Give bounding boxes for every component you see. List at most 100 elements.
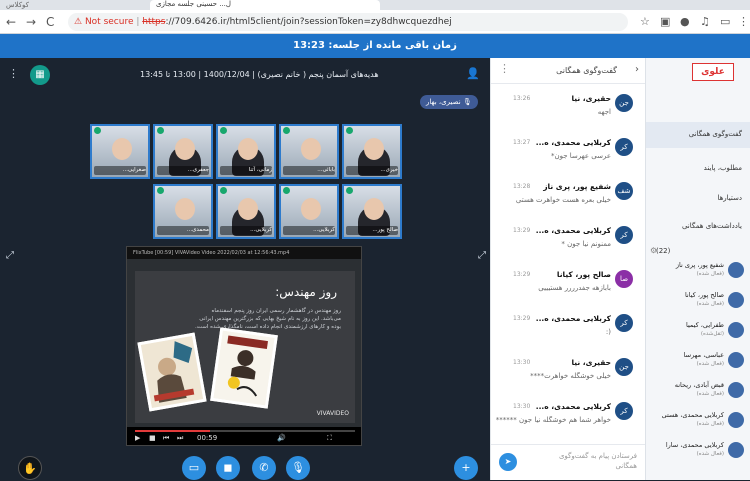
camera-button[interactable]: ◼: [216, 456, 240, 480]
message-time: 13:28: [513, 183, 531, 190]
avatar: کر: [615, 226, 633, 244]
back-button[interactable]: ←: [6, 15, 16, 29]
participant-item[interactable]: شفیع پور، پری ناز (فعال شده): [646, 260, 744, 286]
message-time: 13:29: [513, 227, 531, 234]
chat-title: گفت‌وگوی همگانی: [556, 66, 617, 75]
video-tile[interactable]: جعفری...: [153, 124, 213, 179]
message-author: صالح پور، کیانا: [556, 270, 611, 279]
address-bar-row: ← → C ⚠ Not secure | https://709.6426.ir…: [0, 10, 750, 34]
more-dots-icon[interactable]: ⋮: [499, 62, 510, 75]
seek-bar[interactable]: [135, 430, 355, 432]
participant-item[interactable]: کربلایی محمدی، سارا (فعال شده): [646, 440, 744, 466]
send-button[interactable]: ➤: [499, 453, 517, 471]
back-chevron-icon[interactable]: ›: [635, 64, 639, 75]
mic-status-icon: [346, 127, 353, 134]
message-text: خیلی بعره هست خواهرت هستی: [515, 196, 611, 204]
cast-icon[interactable]: ▭: [720, 15, 730, 28]
user-list-icon[interactable]: 👤: [466, 67, 480, 80]
menu-private-chat[interactable]: مطلوب، پایند: [704, 164, 742, 172]
avatar: صا: [615, 270, 633, 288]
extension-icon[interactable]: ▣: [660, 15, 670, 28]
video-tile[interactable]: خیری...: [342, 124, 402, 179]
current-time: 00:59: [197, 434, 218, 442]
mic-status-icon: [220, 187, 227, 194]
bottom-controls: ✋ ▭ ◼ ✆ 🎙 +: [0, 448, 490, 480]
phone-button[interactable]: ✆: [252, 456, 276, 480]
slide-body: روز مهندس در گاهشمار رسمی ایران روز پنجم…: [195, 308, 341, 330]
menu-public-chat[interactable]: گفت‌وگوی همگانی: [689, 130, 742, 138]
message-author: کربلایی محمدی، ه...: [535, 226, 611, 235]
video-tile[interactable]: زمانی، آتنا: [216, 124, 276, 179]
avatar: شف: [615, 182, 633, 200]
actions-plus-button[interactable]: +: [454, 456, 478, 480]
avatar: کر: [615, 314, 633, 332]
menu-shared-notes[interactable]: یادداشت‌های همگانی: [682, 222, 742, 230]
expand-icon[interactable]: ⤢: [478, 250, 486, 261]
active-tab[interactable]: ل... حسینی جلسه مجازی: [150, 0, 380, 10]
raise-hand-button[interactable]: ✋: [18, 456, 42, 480]
message-time: 13:30: [513, 403, 531, 410]
menu-assistants[interactable]: دستیارها: [717, 194, 742, 202]
tile-name: محمدی...: [157, 226, 209, 235]
participant-face: [112, 138, 132, 160]
participant-item[interactable]: طفرایی، کیمیا (ثقل‌شده): [646, 320, 744, 346]
participant-face: [238, 138, 258, 160]
menu-dots-icon[interactable]: ⋮: [738, 15, 749, 28]
stop-icon[interactable]: ■: [149, 434, 156, 442]
message-author: کربلایی محمدی، ه...: [535, 314, 611, 323]
participant-item[interactable]: قبض آبادی، ریحانه (فعال شده): [646, 380, 744, 406]
avatar: جن: [615, 94, 633, 112]
chat-message: کر کربلایی محمدی، ه... 13:29 ممنونم نیا …: [491, 224, 639, 264]
fullscreen-icon[interactable]: ⛶: [327, 434, 332, 443]
participant-name: عباسی، مهرسا: [683, 351, 724, 359]
microphone-button[interactable]: 🎙: [286, 456, 310, 480]
mic-status-icon: [157, 127, 164, 134]
media-icon[interactable]: ♫: [700, 15, 710, 28]
video-tile[interactable]: محمدی...: [153, 184, 213, 239]
player-title-bar: FlixTube [00:59] VIVAVideo Video 2022/02…: [127, 247, 361, 259]
expand-icon[interactable]: ⤢: [6, 250, 14, 261]
forward-button[interactable]: →: [26, 15, 36, 29]
options-dots-icon[interactable]: ⋮: [8, 67, 19, 80]
settings-gear-icon[interactable]: ⚙: [650, 246, 657, 255]
video-tile[interactable]: صالح پور...: [342, 184, 402, 239]
chat-header: ⋮ گفت‌وگوی همگانی ›: [491, 58, 645, 84]
inactive-tab[interactable]: کوکلاس: [6, 1, 29, 9]
brand-logo: علوی: [692, 63, 734, 81]
avatar: [728, 412, 744, 428]
stats-icon[interactable]: ▦: [30, 65, 50, 85]
chat-input-area[interactable]: ➤ فرستادن پیام به گفت‌وگوی همگانی: [491, 444, 645, 480]
video-tile[interactable]: کربلایی...: [279, 184, 339, 239]
message-text: (:: [605, 328, 611, 336]
profile-icon[interactable]: ●: [680, 15, 690, 28]
screen-icon: ▭: [188, 461, 200, 474]
url-input[interactable]: ⚠ Not secure | https://709.6426.ir/html5…: [68, 13, 628, 31]
star-icon[interactable]: ☆: [640, 15, 650, 28]
message-author: حقیری، نیا: [571, 94, 611, 103]
volume-icon[interactable]: 🔊: [277, 434, 286, 442]
meeting-title: هدیه‌های آسمان پنجم ( خانم نصیری) | 1400…: [140, 70, 379, 79]
next-icon[interactable]: ⏭: [177, 434, 183, 443]
participant-item[interactable]: عباسی، مهرسا (فعال شده): [646, 350, 744, 376]
participant-item[interactable]: کربلایی محمدی، هستی (فعال شده): [646, 410, 744, 436]
play-icon[interactable]: ▶: [135, 434, 140, 442]
message-text: خواهر شما هم خوشگله نیا جون ******: [495, 416, 611, 424]
prev-icon[interactable]: ⏮: [163, 434, 169, 443]
participant-status: (فعال شده): [696, 421, 724, 427]
participant-name: صالح پور، کیانا: [684, 291, 724, 299]
share-screen-button[interactable]: ▭: [182, 456, 206, 480]
url-protocol: https: [142, 17, 166, 27]
microphone-icon: 🎙: [291, 461, 305, 474]
participant-face: [175, 198, 195, 220]
mic-status-icon: [283, 127, 290, 134]
participant-name: کربلایی محمدی، هستی: [661, 411, 724, 419]
participant-item[interactable]: صالح پور، کیانا (فعال شده): [646, 290, 744, 316]
mic-status-icon: [283, 187, 290, 194]
message-time: 13:30: [513, 359, 531, 366]
video-tile[interactable]: کربلایی...: [216, 184, 276, 239]
screenshare-area: FlixTube [00:59] VIVAVideo Video 2022/02…: [126, 246, 362, 446]
video-tile[interactable]: صغرایی...: [90, 124, 150, 179]
reload-button[interactable]: C: [46, 15, 54, 29]
participant-name: کربلایی محمدی، سارا: [665, 441, 724, 449]
video-tile[interactable]: بابائی...: [279, 124, 339, 179]
